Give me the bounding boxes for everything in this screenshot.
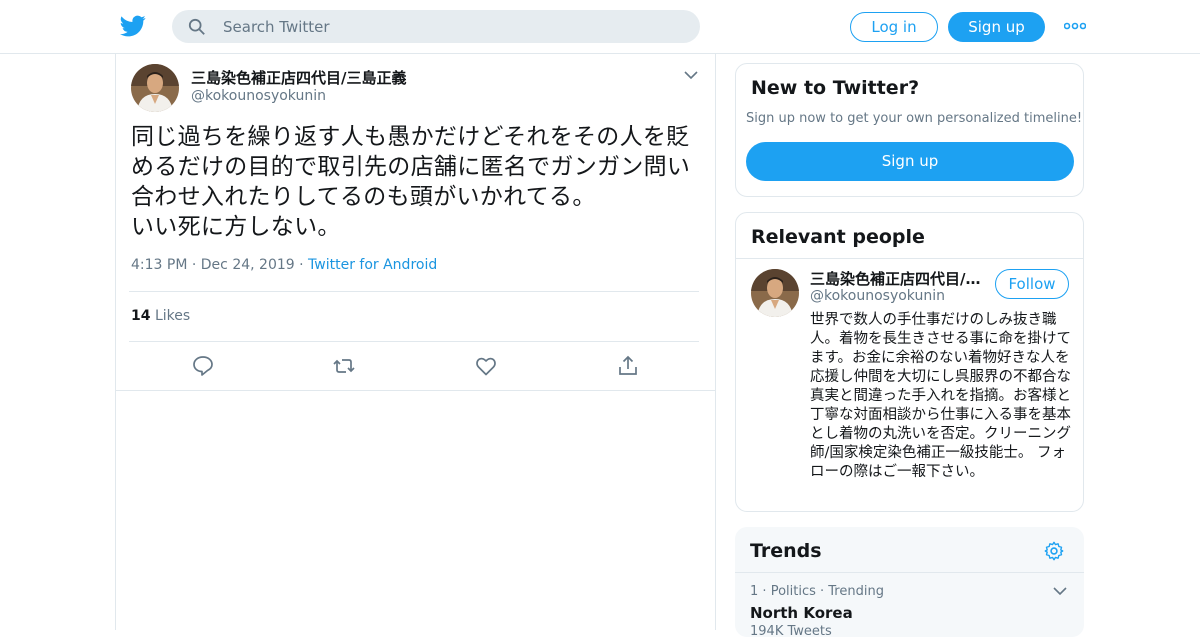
trend-name[interactable]: North Korea [750, 604, 853, 622]
person-avatar[interactable] [751, 269, 799, 317]
person-handle[interactable]: @kokounosyokunin [810, 288, 945, 304]
search-icon [188, 18, 205, 35]
signup-card-button[interactable]: Sign up [746, 142, 1074, 181]
card-title: Relevant people [751, 226, 925, 248]
trend-status: Trending [828, 584, 884, 599]
tweet-meta: 4:13 PM · Dec 24, 2019 · Twitter for And… [131, 257, 437, 273]
likes-number: 14 [131, 308, 151, 324]
gear-icon[interactable] [1043, 540, 1065, 562]
login-button[interactable]: Log in [850, 12, 938, 42]
card-title: New to Twitter? [751, 77, 920, 99]
like-icon[interactable] [474, 354, 498, 378]
twitter-bird-icon[interactable] [120, 13, 146, 39]
new-to-twitter-card: New to Twitter? Sign up now to get your … [735, 63, 1084, 197]
more-options-icon[interactable] [1064, 20, 1086, 32]
divider [736, 258, 1083, 259]
divider [735, 572, 1084, 573]
tweet-column: 三島染色補正店四代目/三島正義 @kokounosyokunin 同じ過ちを繰り… [115, 54, 716, 630]
tweet-text: 同じ過ちを繰り返す人も愚かだけどそれをその人を貶めるだけの目的で取引先の店舗に匿… [131, 124, 691, 240]
author-name[interactable]: 三島染色補正店四代目/三島正義 [191, 67, 406, 88]
search-input[interactable]: Search Twitter [172, 10, 700, 43]
tweet[interactable]: 三島染色補正店四代目/三島正義 @kokounosyokunin 同じ過ちを繰り… [116, 54, 715, 391]
card-subtitle: Sign up now to get your own personalized… [746, 111, 1083, 126]
tweet-date[interactable]: Dec 24, 2019 [201, 257, 295, 273]
person-bio: 世界で数人の手仕事だけのしみ抜き職人。着物を長生きさせる事に命を掛けてます。お金… [810, 312, 1071, 480]
tweet-time[interactable]: 4:13 PM [131, 257, 187, 273]
trends-card: Trends 1 · Politics · Trending North Kor… [735, 527, 1084, 637]
chevron-down-icon[interactable] [684, 70, 698, 80]
top-bar: Search Twitter Log in Sign up [0, 0, 1200, 54]
retweet-icon[interactable] [332, 354, 356, 378]
author-avatar[interactable] [131, 64, 179, 112]
author-handle[interactable]: @kokounosyokunin [191, 88, 326, 104]
search-placeholder: Search Twitter [223, 18, 330, 36]
trend-rank: 1 [750, 584, 759, 599]
trend-meta: 1 · Politics · Trending [750, 584, 884, 599]
signup-button[interactable]: Sign up [948, 12, 1045, 42]
share-icon[interactable] [616, 354, 640, 378]
divider [129, 341, 699, 342]
card-title: Trends [750, 540, 822, 562]
relevant-people-card: Relevant people 三島染色補正店四代目/三島正義 @kokouno… [735, 212, 1084, 512]
person-name[interactable]: 三島染色補正店四代目/三島正義 [810, 268, 982, 289]
trend-category: Politics [770, 584, 816, 599]
trend-count: 194K Tweets [750, 624, 832, 637]
follow-button[interactable]: Follow [995, 269, 1069, 299]
chevron-down-icon[interactable] [1053, 586, 1067, 596]
likes-label: Likes [154, 308, 191, 324]
meta-separator: · [299, 257, 304, 273]
meta-separator: · [191, 257, 197, 273]
divider [129, 291, 699, 292]
tweet-source-link[interactable]: Twitter for Android [308, 257, 437, 273]
likes-count[interactable]: 14 Likes [131, 308, 190, 324]
reply-icon[interactable] [191, 354, 215, 378]
